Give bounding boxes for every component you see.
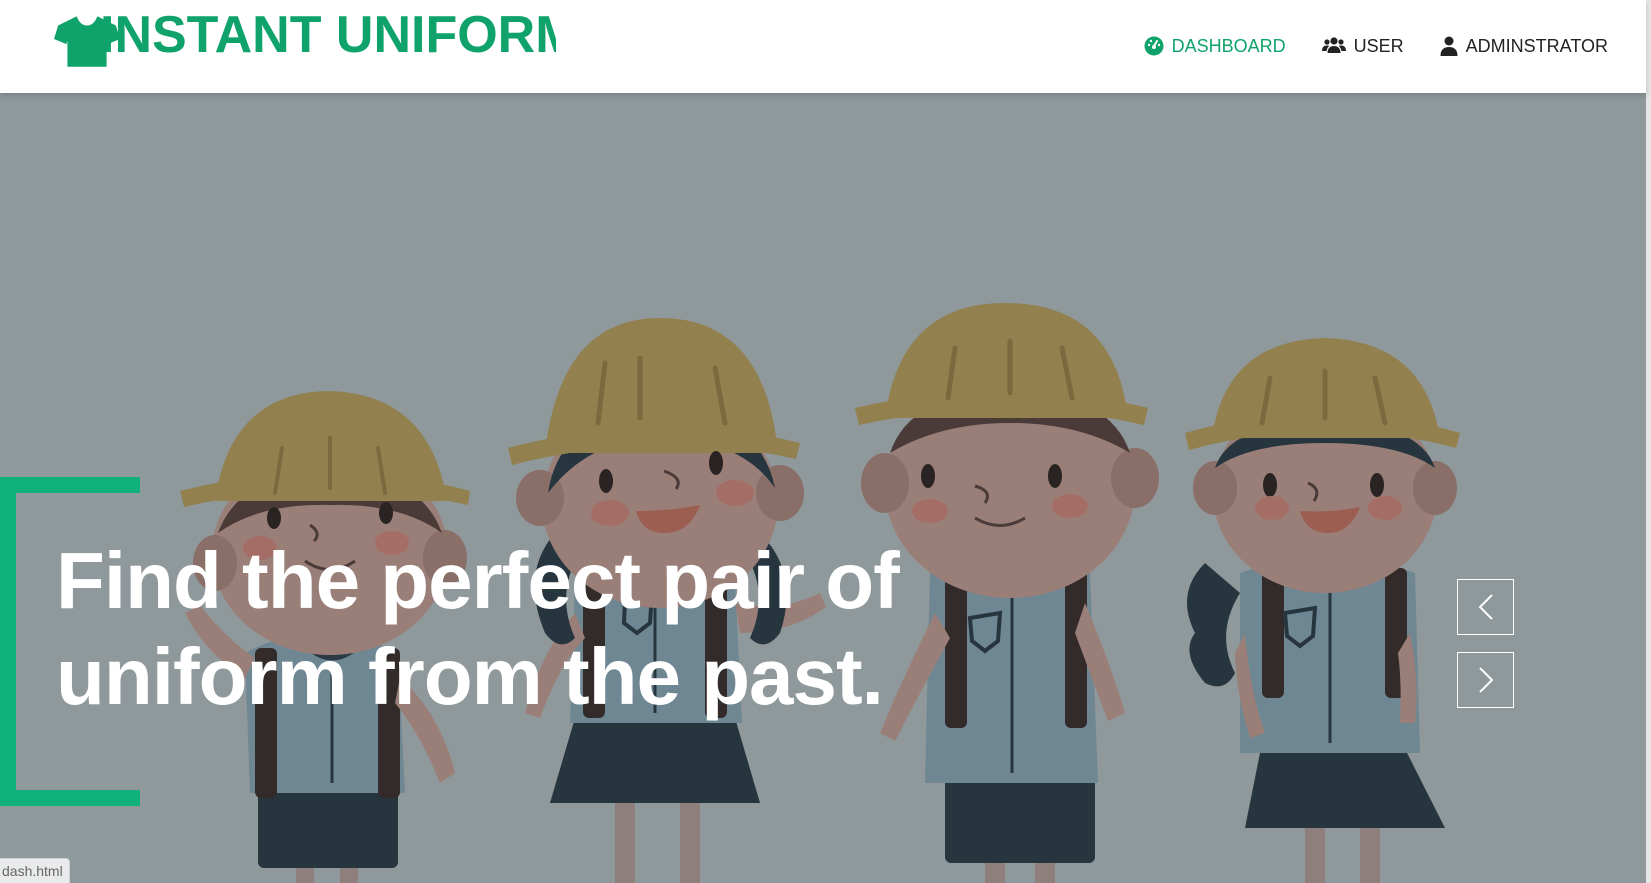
top-navbar: INSTANT UNIFORM DASHBOARD USER ADMINSTRA… (0, 0, 1646, 93)
gauge-icon (1144, 36, 1164, 56)
page-scrollbar[interactable] (1646, 0, 1651, 883)
chevron-right-icon (1478, 667, 1493, 693)
hero-banner: Find the perfect pair of uniform from th… (0, 93, 1646, 883)
brand-name[interactable]: INSTANT UNIFORM (100, 5, 556, 65)
nav-item-dashboard[interactable]: DASHBOARD (1144, 28, 1286, 64)
headline-line-2: uniform from the past. (56, 632, 884, 721)
status-bar-url: dash.html (0, 858, 70, 883)
headline-line-1: Find the perfect pair of (56, 536, 900, 625)
nav-label-administrator: ADMINSTRATOR (1465, 35, 1608, 56)
students-illustration (180, 303, 1460, 883)
nav-label-user: USER (1353, 35, 1404, 56)
users-icon (1321, 37, 1346, 53)
hero-headline: Find the perfect pair of uniform from th… (56, 533, 1056, 725)
student-figure-4 (1185, 338, 1460, 883)
carousel-next-button[interactable] (1457, 652, 1514, 708)
nav-label-dashboard: DASHBOARD (1171, 35, 1286, 56)
nav-item-user[interactable]: USER (1321, 28, 1404, 64)
main-nav: DASHBOARD USER ADMINSTRATOR (1144, 28, 1608, 64)
nav-item-administrator[interactable]: ADMINSTRATOR (1440, 28, 1608, 64)
chevron-left-icon (1478, 594, 1493, 620)
user-icon (1440, 36, 1458, 56)
carousel-prev-button[interactable] (1457, 579, 1514, 635)
